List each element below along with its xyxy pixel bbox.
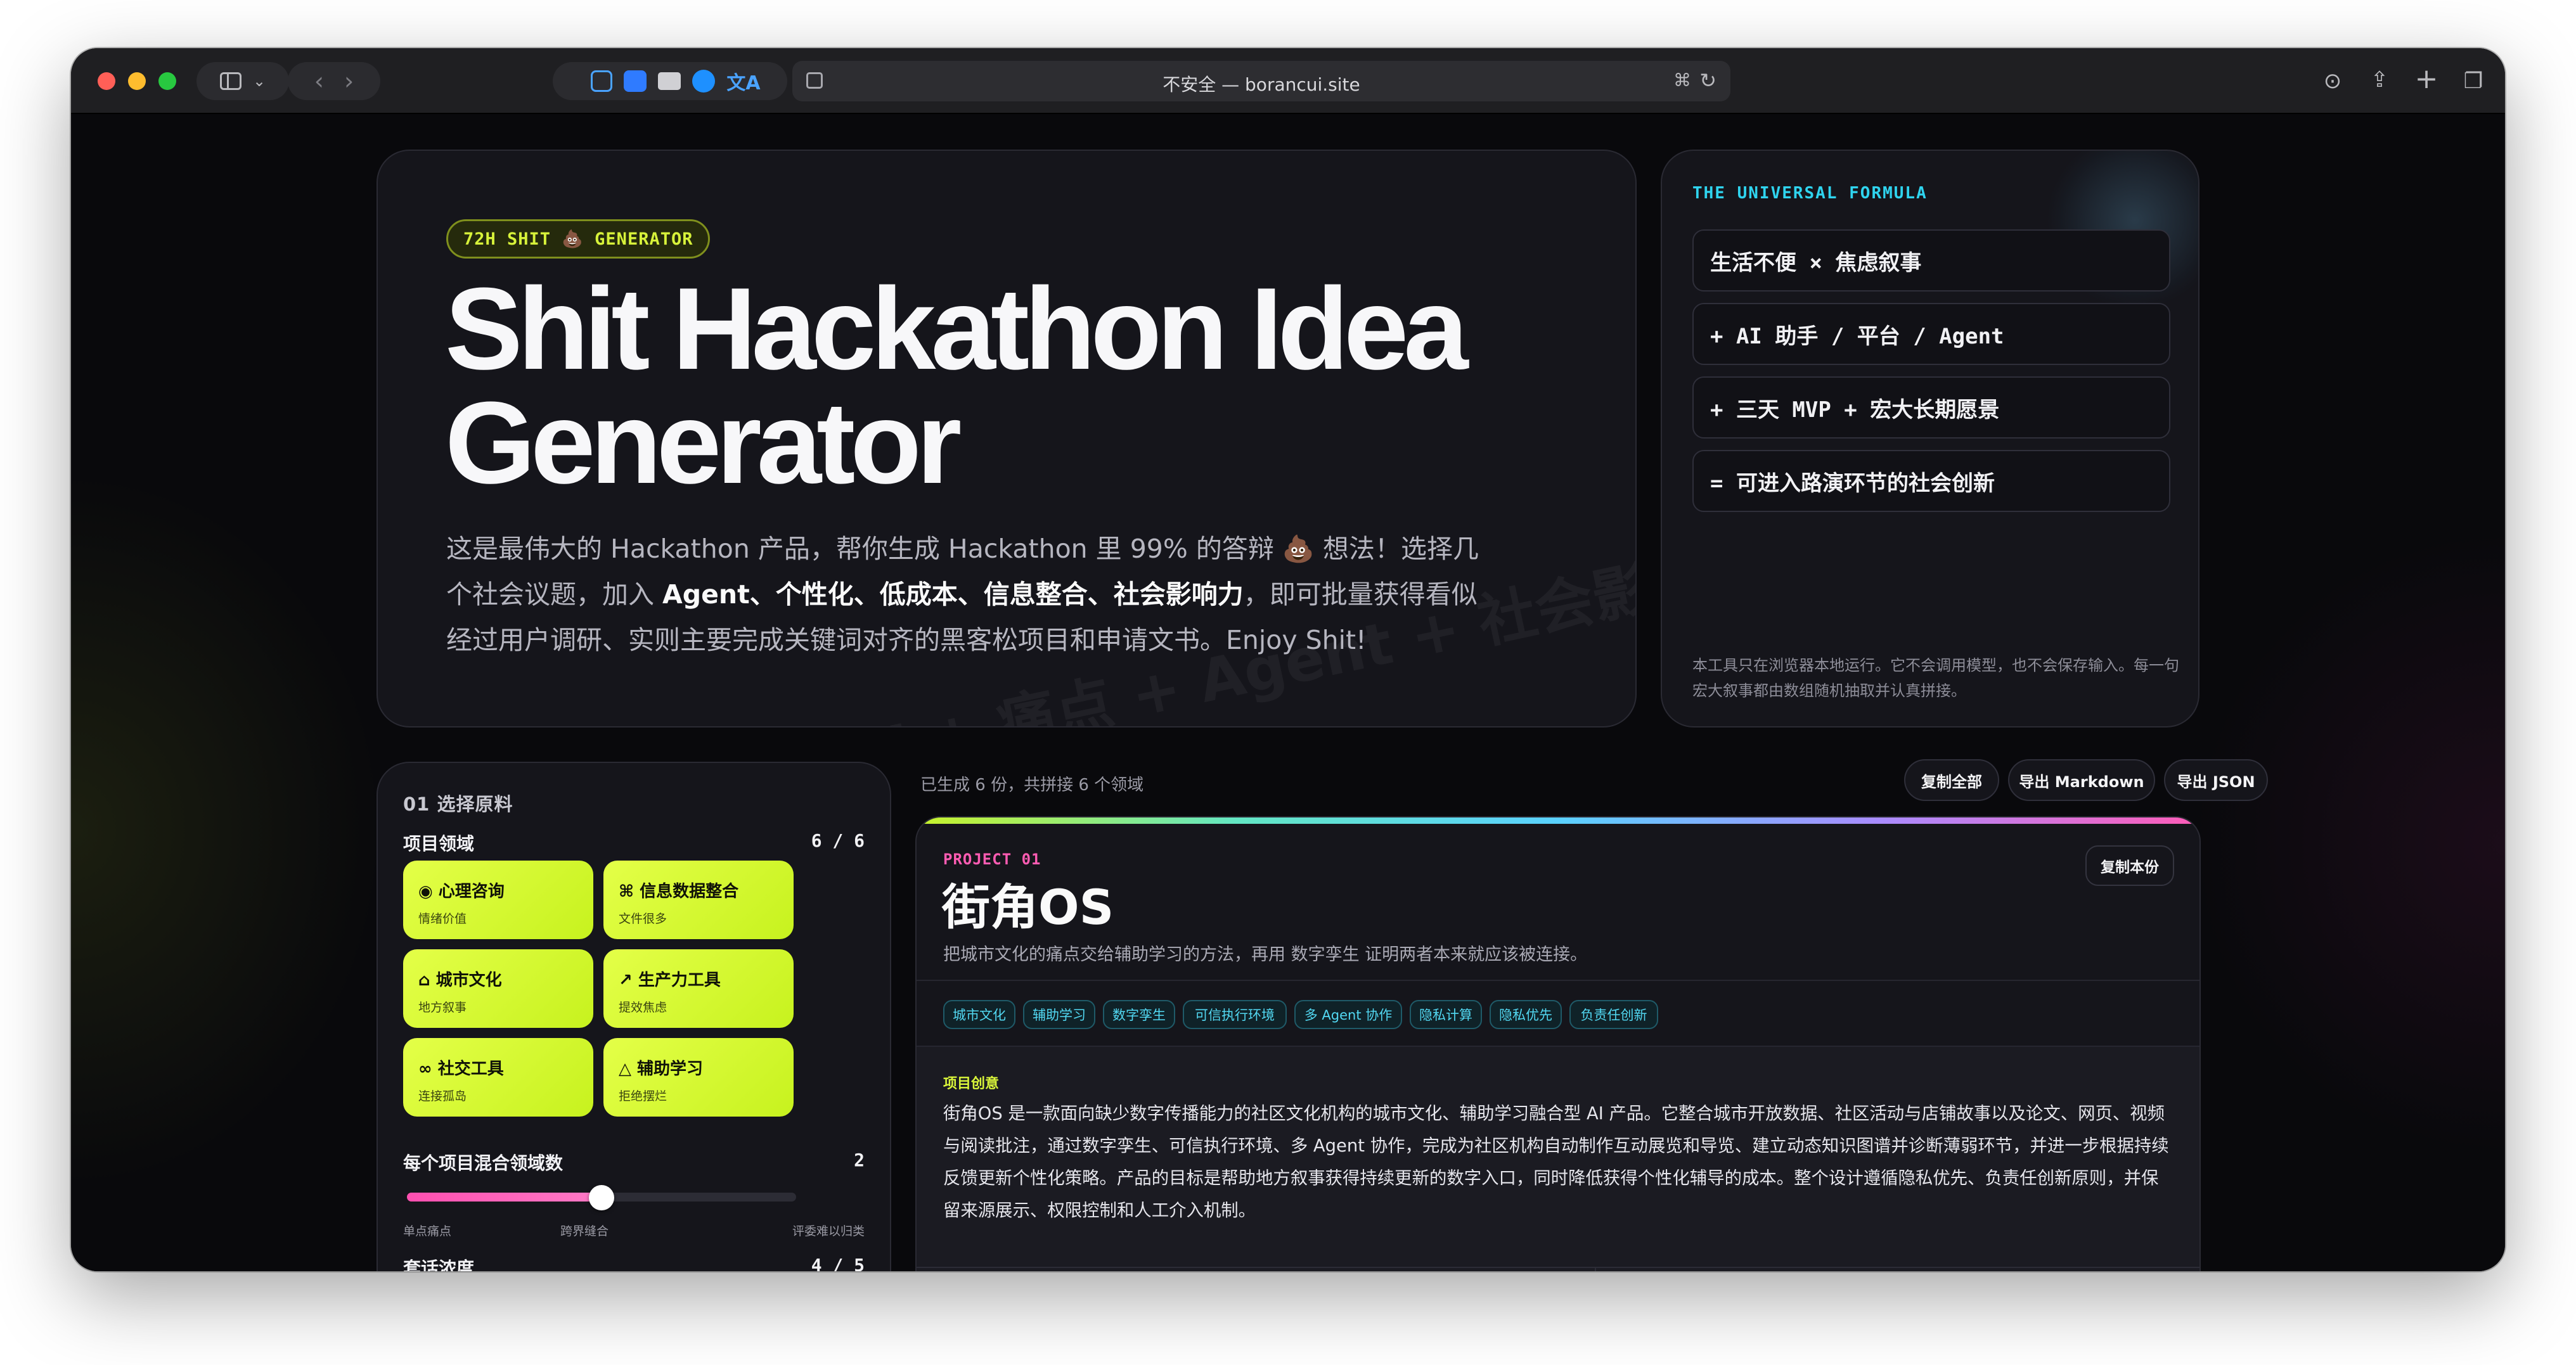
export-markdown-button[interactable]: 导出 Markdown [2008, 759, 2155, 801]
history-nav-group: ‹ › [288, 62, 380, 100]
mix-tick-label: 跨界缝合 [560, 1224, 609, 1238]
generator-badge: 72H SHIT 💩 GENERATOR [446, 219, 711, 259]
params-panel: 01 选择原料 项目领域 6 / 6 ◉ 心理咨询情绪价值 ⌘ 信息数据整合文件… [377, 762, 891, 1271]
mix-label: 每个项目混合领域数 [403, 1153, 564, 1174]
chip-name: ⌘ 信息数据整合 [619, 882, 739, 901]
params-section-title: 01 选择原料 [403, 793, 513, 815]
column-divider [1595, 1268, 1596, 1271]
project-tagline: 把城市文化的痛点交给辅助学习的方法，再用 数字孪生 证明两者本来就应该被连接。 [943, 945, 1588, 964]
project-tag: 辅助学习 [1023, 1000, 1095, 1029]
copy-project-button[interactable]: 复制本份 [2085, 845, 2174, 886]
project-tag: 隐私优先 [1490, 1000, 1562, 1029]
chip-name: △ 辅助学习 [619, 1060, 704, 1079]
minimize-window-button[interactable] [128, 72, 146, 90]
formula-title: THE UNIVERSAL FORMULA [1692, 184, 1928, 203]
project-tag: 数字孪生 [1103, 1000, 1175, 1029]
project-tag: 多 Agent 协作 [1294, 1000, 1402, 1029]
output-summary: 已生成 6 份，共拼接 6 个领域 [920, 776, 1144, 795]
sidebar-icon [219, 72, 242, 90]
domain-chip-city-culture[interactable]: ⌂ 城市文化地方叙事 [403, 949, 593, 1028]
buzz-label: 套话浓度 [403, 1258, 475, 1271]
domain-chip-data-integration[interactable]: ⌘ 信息数据整合文件很多 [603, 861, 794, 939]
circle-extension-icon[interactable] [692, 70, 716, 93]
mix-slider[interactable] [407, 1185, 796, 1210]
idea-label: 项目创意 [943, 1076, 1000, 1092]
grid-extension-icon[interactable] [624, 70, 647, 92]
tab-overview-icon[interactable]: ❐ [2459, 67, 2487, 95]
idea-text: 街角OS 是一款面向缺少数字传播能力的社区文化机构的城市文化、辅助学习融合型 A… [943, 1104, 2169, 1221]
project-accent-bar [917, 817, 2199, 824]
chip-name: ↗ 生产力工具 [619, 971, 721, 990]
download-icon[interactable]: ⊙ [2319, 67, 2347, 95]
browser-toolbar: ⌄ ‹ › 文A 不安全 — borancui.site ⌘ ↻ ⊙ ⇪ + ❐ [71, 48, 2505, 114]
zoom-window-button[interactable] [158, 72, 176, 90]
export-json-button[interactable]: 导出 JSON [2164, 759, 2268, 801]
section-divider [917, 1267, 2199, 1268]
formula-row: + 三天 MVP + 宏大长期愿景 [1692, 376, 2170, 439]
mix-slider-fill [407, 1193, 602, 1202]
shield-extension-icon[interactable] [591, 70, 613, 92]
project-name: 街角OS [942, 879, 1114, 935]
chip-sub: 连接孤岛 [418, 1089, 467, 1103]
buzz-value: 4 / 5 [811, 1255, 865, 1271]
formula-row: = 可进入路演环节的社会创新 [1692, 450, 2170, 512]
address-text: 不安全 — borancui.site [1162, 74, 1360, 95]
close-window-button[interactable] [98, 72, 115, 90]
page-content: AI + 痛点 + Agent + 社会影响力 72H SHIT 💩 GENER… [71, 114, 2505, 1271]
hero-description: 这是最伟大的 Hackathon 产品，帮你生成 Hackathon 里 99%… [446, 526, 1498, 663]
reload-icon[interactable]: ↻ [1699, 68, 1716, 93]
chip-sub: 文件很多 [619, 912, 667, 926]
card-extension-icon[interactable] [658, 72, 681, 90]
chip-name: ◉ 心理咨询 [418, 882, 505, 901]
sidebar-toggle-button[interactable]: ⌄ [196, 62, 289, 100]
chip-sub: 情绪价值 [418, 912, 467, 926]
translate-icon[interactable]: ⌘ [1673, 70, 1691, 91]
formula-row: + AI 助手 / 平台 / Agent [1692, 303, 2170, 365]
chip-sub: 拒绝摆烂 [619, 1089, 667, 1103]
domains-label: 项目领域 [403, 833, 475, 854]
mix-tick-label: 评委难以归类 [792, 1224, 865, 1238]
domain-chip-social[interactable]: ∞ 社交工具连接孤岛 [403, 1038, 593, 1117]
copy-all-button[interactable]: 复制全部 [1904, 759, 1999, 801]
share-icon[interactable]: ⇪ [2366, 66, 2393, 94]
back-arrow-icon[interactable]: ‹ [314, 67, 324, 95]
extensions-group: 文A [553, 62, 787, 100]
formula-row: 生活不便 × 焦虑叙事 [1692, 229, 2170, 292]
mix-tick-label: 单点痛点 [403, 1224, 452, 1238]
domain-chip-productivity[interactable]: ↗ 生产力工具提效焦虑 [603, 949, 794, 1028]
domains-count: 6 / 6 [811, 830, 865, 851]
chip-sub: 提效焦虑 [619, 1001, 667, 1015]
new-tab-icon[interactable]: + [2412, 63, 2440, 95]
formula-card: THE UNIVERSAL FORMULA 生活不便 × 焦虑叙事 + AI 助… [1661, 150, 2199, 727]
chip-name: ∞ 社交工具 [418, 1060, 504, 1079]
project-tag: 负责任创新 [1569, 1000, 1658, 1029]
project-tag: 隐私计算 [1410, 1000, 1482, 1029]
project-card: PROJECT 01 街角OS 把城市文化的痛点交给辅助学习的方法，再用 数字孪… [915, 816, 2201, 1271]
page-title: Shit Hackathon Idea Generator [445, 263, 1469, 508]
chevron-down-icon: ⌄ [252, 72, 266, 90]
address-bar[interactable]: 不安全 — borancui.site ⌘ ↻ [792, 61, 1730, 101]
domain-chip-learning[interactable]: △ 辅助学习拒绝摆烂 [603, 1038, 794, 1117]
browser-window: ⌄ ‹ › 文A 不安全 — borancui.site ⌘ ↻ ⊙ ⇪ + ❐… [71, 48, 2505, 1271]
hero-desc-keywords: Agent、个性化、低成本、信息整合、社会影响力 [662, 579, 1244, 610]
hero-card: AI + 痛点 + Agent + 社会影响力 72H SHIT 💩 GENER… [377, 150, 1637, 727]
mix-slider-knob[interactable] [589, 1185, 614, 1210]
forward-arrow-icon[interactable]: › [344, 67, 354, 95]
chip-sub: 地方叙事 [418, 1001, 467, 1015]
chip-name: ⌂ 城市文化 [418, 971, 502, 990]
formula-note: 本工具只在浏览器本地运行。它不会调用模型，也不会保存输入。每一句宏大叙事都由数组… [1692, 657, 2179, 700]
project-tag: 城市文化 [943, 1000, 1015, 1029]
project-idea-section: 项目创意 街角OS 是一款面向缺少数字传播能力的社区文化机构的城市文化、辅助学习… [917, 1047, 2199, 1271]
project-tag: 可信执行环境 [1183, 1000, 1287, 1029]
mix-value: 2 [854, 1150, 865, 1170]
translate-extension-icon[interactable]: 文A [726, 67, 760, 95]
project-tags: 城市文化 辅助学习 数字孪生 可信执行环境 多 Agent 协作 隐私计算 隐私… [917, 980, 2199, 1047]
project-number: PROJECT 01 [943, 850, 1041, 868]
domain-chip-psychology[interactable]: ◉ 心理咨询情绪价值 [403, 861, 593, 939]
